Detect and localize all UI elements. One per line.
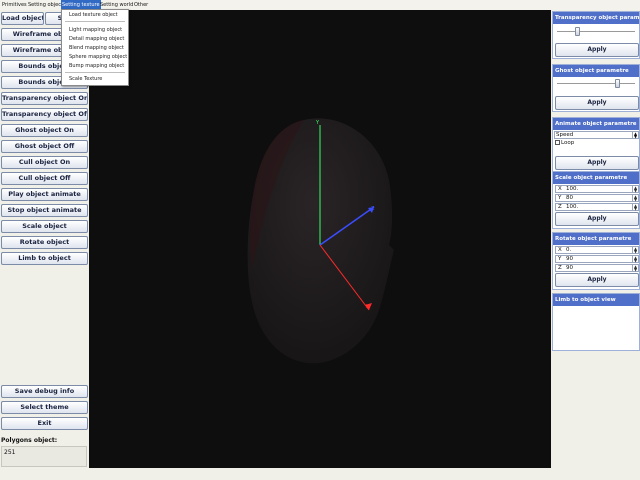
transparency-parameter-section: Transparency object param... Apply bbox=[552, 11, 640, 59]
spin-arrows-icon[interactable]: ▲ ▼ bbox=[632, 265, 638, 272]
right-parameter-panel: Transparency object param... Apply Ghost… bbox=[551, 10, 640, 480]
scale-object-button[interactable]: Scale object bbox=[1, 220, 88, 233]
scale-z-value: 100. bbox=[566, 204, 579, 210]
ghost-apply-button[interactable]: Apply bbox=[555, 96, 639, 110]
rotate-x-field[interactable]: X 0. ▲ ▼ bbox=[555, 246, 639, 254]
axis-label: Z bbox=[558, 204, 562, 210]
menu-item-bump-mapping[interactable]: Bump mapping object bbox=[69, 63, 124, 70]
menu-item-sphere-mapping[interactable]: Sphere mapping object bbox=[69, 54, 127, 61]
animate-apply-button[interactable]: Apply bbox=[555, 156, 639, 170]
scale-y-field[interactable]: Y 80 ▲ ▼ bbox=[555, 194, 639, 202]
ghost-off-button[interactable]: Ghost object Off bbox=[1, 140, 88, 153]
menu-primitives[interactable]: Primitives bbox=[1, 0, 28, 10]
scale-x-field[interactable]: X 100. ▲ ▼ bbox=[555, 185, 639, 193]
slider-track bbox=[557, 83, 635, 85]
ghost-parameter-section: Ghost object parametre Apply bbox=[552, 64, 640, 112]
scale-z-field[interactable]: Z 100. ▲ ▼ bbox=[555, 203, 639, 211]
transparency-apply-button[interactable]: Apply bbox=[555, 43, 639, 57]
checkbox-box-icon[interactable] bbox=[555, 140, 560, 145]
ghost-on-button[interactable]: Ghost object On bbox=[1, 124, 88, 137]
slider-thumb[interactable] bbox=[615, 79, 620, 88]
polygons-count: 251 bbox=[4, 449, 16, 456]
scene-canvas: Y Z X bbox=[247, 118, 394, 364]
menu-item-load-texture-object[interactable]: Load texture object bbox=[69, 12, 118, 19]
speed-input[interactable]: Speed ▲ ▼ bbox=[554, 131, 639, 139]
cull-on-button[interactable]: Cull object On bbox=[1, 156, 88, 169]
texture-dropdown-menu: Load texture object Light mapping object… bbox=[61, 9, 129, 86]
loop-label: Loop bbox=[561, 140, 575, 146]
scale-y-value: 80 bbox=[566, 195, 573, 201]
menu-item-scale-texture[interactable]: Scale Texture bbox=[69, 76, 102, 83]
menu-setting-object[interactable]: Setting object bbox=[27, 0, 64, 10]
load-object-button[interactable]: Load object bbox=[1, 12, 44, 25]
cull-off-button[interactable]: Cull object Off bbox=[1, 172, 88, 185]
stop-animate-button[interactable]: Stop object animate bbox=[1, 204, 88, 217]
spin-arrows-icon[interactable]: ▲ ▼ bbox=[632, 247, 638, 254]
spin-arrows-icon[interactable]: ▲ ▼ bbox=[632, 204, 638, 211]
transparency-slider[interactable] bbox=[557, 27, 635, 36]
spin-arrows-icon[interactable]: ▲ ▼ bbox=[632, 186, 638, 193]
transparency-off-button[interactable]: Transparency object Off bbox=[1, 108, 88, 121]
axis-label: Z bbox=[558, 265, 562, 271]
spin-arrows-icon[interactable]: ▲ ▼ bbox=[632, 195, 638, 202]
limb-section-title: Limb to object view bbox=[553, 294, 639, 306]
scale-x-value: 100. bbox=[566, 186, 579, 192]
animate-parameter-section: Animate object parametre Speed ▲ ▼ Loop A… bbox=[552, 117, 640, 175]
limb-view-area[interactable] bbox=[555, 308, 639, 349]
speed-spin-icon[interactable]: ▲ ▼ bbox=[632, 132, 638, 139]
axis-label: X bbox=[558, 186, 562, 192]
rotate-z-value: 90 bbox=[566, 265, 573, 271]
limb-to-object-button[interactable]: Limb to object bbox=[1, 252, 88, 265]
menu-item-light-mapping[interactable]: Light mapping object bbox=[69, 27, 122, 34]
3d-viewport[interactable]: Y Z X bbox=[89, 10, 551, 468]
axis-label: Y bbox=[558, 195, 562, 201]
rotate-z-field[interactable]: Z 90 ▲ ▼ bbox=[555, 264, 639, 272]
animate-section-title: Animate object parametre bbox=[553, 118, 639, 130]
menu-separator bbox=[65, 72, 125, 73]
ghost-slider[interactable] bbox=[557, 79, 635, 88]
rotate-object-button[interactable]: Rotate object bbox=[1, 236, 88, 249]
rotate-x-value: 0. bbox=[566, 247, 572, 253]
scale-parameter-section: Scale object parametre X 100. ▲ ▼ Y 80 ▲ ▼… bbox=[552, 171, 640, 229]
slider-thumb[interactable] bbox=[575, 27, 580, 36]
scale-section-title: Scale object parametre bbox=[553, 172, 639, 184]
menu-item-detail-mapping[interactable]: Detail mapping object bbox=[69, 36, 124, 43]
polygons-label: Polygons object: bbox=[1, 437, 58, 444]
scale-apply-button[interactable]: Apply bbox=[555, 212, 639, 226]
menu-other[interactable]: Other bbox=[133, 0, 149, 10]
rotate-section-title: Rotate object parametre bbox=[553, 233, 639, 245]
transparency-on-button[interactable]: Transparency object On bbox=[1, 92, 88, 105]
play-animate-button[interactable]: Play object animate bbox=[1, 188, 88, 201]
spin-arrows-icon[interactable]: ▲ ▼ bbox=[632, 256, 638, 263]
menu-item-blend-mapping[interactable]: Blend mapping object bbox=[69, 45, 124, 52]
exit-button[interactable]: Exit bbox=[1, 417, 88, 430]
select-theme-button[interactable]: Select theme bbox=[1, 401, 88, 414]
limb-view-section: Limb to object view bbox=[552, 293, 640, 351]
menu-separator bbox=[65, 21, 125, 22]
loop-checkbox[interactable]: Loop bbox=[555, 140, 574, 147]
rotate-parameter-section: Rotate object parametre X 0. ▲ ▼ Y 90 ▲ ▼ … bbox=[552, 232, 640, 290]
rotate-y-value: 90 bbox=[566, 256, 573, 262]
rotate-apply-button[interactable]: Apply bbox=[555, 273, 639, 287]
slider-track bbox=[557, 31, 635, 33]
polygons-value-box: 251 bbox=[1, 446, 87, 467]
ghost-section-title: Ghost object parametre bbox=[553, 65, 639, 77]
transparency-section-title: Transparency object param... bbox=[553, 12, 639, 24]
axis-label: Y bbox=[558, 256, 562, 262]
axis-label: X bbox=[558, 247, 562, 253]
speed-text: Speed bbox=[556, 132, 574, 138]
rotate-y-field[interactable]: Y 90 ▲ ▼ bbox=[555, 255, 639, 263]
save-debug-info-button[interactable]: Save debug info bbox=[1, 385, 88, 398]
